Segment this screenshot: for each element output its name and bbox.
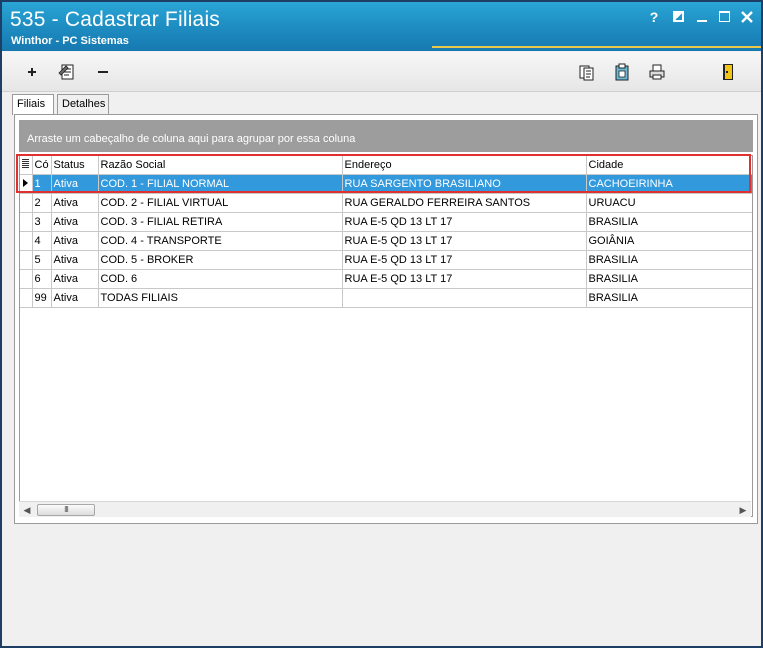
edit-document-icon — [58, 64, 74, 80]
clipboard-button[interactable] — [612, 62, 632, 82]
filiais-table: Có Status Razão Social Endereço Cidade 1… — [20, 156, 752, 308]
close-icon — [741, 11, 753, 23]
restore-layout-button[interactable] — [670, 9, 686, 25]
row-indicator — [20, 174, 33, 194]
tab-detalhes[interactable]: Detalhes — [57, 94, 109, 114]
scroll-left-arrow-icon[interactable]: ◀ — [19, 502, 35, 518]
cell-endereco[interactable]: RUA SARGENTO BRASILIANO — [342, 174, 587, 194]
horizontal-scrollbar[interactable]: ◀ III ▶ — [19, 501, 751, 517]
edit-button[interactable] — [57, 62, 77, 82]
column-chooser-icon — [22, 158, 30, 168]
title-accent-line — [432, 46, 761, 48]
cell-cod[interactable]: 2 — [32, 193, 52, 213]
column-header-cidade[interactable]: Cidade — [586, 156, 752, 175]
table-row[interactable]: 6 Ativa COD. 6 RUA E-5 QD 13 LT 17 BRASI… — [20, 269, 752, 289]
cell-cidade[interactable]: BRASILIA — [586, 269, 752, 289]
remove-icon — [98, 71, 108, 73]
row-indicator — [20, 250, 33, 270]
cell-status[interactable]: Ativa — [51, 269, 99, 289]
toolbar — [2, 52, 761, 92]
column-header-endereco[interactable]: Endereço — [342, 156, 587, 175]
title-bar[interactable]: 535 - Cadastrar Filiais Winthor - PC Sis… — [2, 2, 761, 51]
row-indicator — [20, 193, 33, 213]
tab-filiais[interactable]: Filiais — [12, 94, 54, 115]
cell-cod[interactable]: 6 — [32, 269, 52, 289]
cell-status[interactable]: Ativa — [51, 193, 99, 213]
scroll-thumb[interactable]: III — [37, 504, 95, 516]
cell-endereco[interactable]: RUA E-5 QD 13 LT 17 — [342, 269, 587, 289]
main-window: 535 - Cadastrar Filiais Winthor - PC Sis… — [0, 0, 763, 648]
filiais-grid: Có Status Razão Social Endereço Cidade 1… — [19, 155, 753, 517]
exit-button[interactable] — [718, 62, 738, 82]
cell-endereco[interactable]: RUA E-5 QD 13 LT 17 — [342, 250, 587, 270]
cell-razao-social[interactable]: COD. 5 - BROKER — [98, 250, 343, 270]
copy-icon — [579, 65, 594, 81]
restore-icon — [672, 11, 684, 22]
maximize-icon — [718, 11, 730, 22]
current-row-arrow-icon — [23, 178, 29, 187]
row-indicator — [20, 212, 33, 232]
table-row[interactable]: 4 Ativa COD. 4 - TRANSPORTE RUA E-5 QD 1… — [20, 231, 752, 251]
window-subtitle: Winthor - PC Sistemas — [11, 35, 129, 47]
table-row[interactable]: 5 Ativa COD. 5 - BROKER RUA E-5 QD 13 LT… — [20, 250, 752, 270]
cell-cidade[interactable]: BRASILIA — [586, 288, 752, 308]
table-row[interactable]: 3 Ativa COD. 3 - FILIAL RETIRA RUA E-5 Q… — [20, 212, 752, 232]
cell-cod[interactable]: 1 — [32, 174, 52, 194]
cell-cidade[interactable]: URUACU — [586, 193, 752, 213]
column-header-cod[interactable]: Có — [32, 156, 52, 175]
maximize-button[interactable] — [716, 9, 732, 25]
row-indicator — [20, 231, 33, 251]
cell-razao-social[interactable]: COD. 4 - TRANSPORTE — [98, 231, 343, 251]
filiais-panel: Arraste um cabeçalho de coluna aqui para… — [14, 114, 758, 524]
cell-status[interactable]: Ativa — [51, 250, 99, 270]
window-title: 535 - Cadastrar Filiais — [10, 8, 221, 31]
minimize-button[interactable] — [694, 9, 710, 25]
table-row[interactable]: 1 Ativa COD. 1 - FILIAL NORMAL RUA SARGE… — [20, 174, 752, 194]
help-button[interactable]: ? — [646, 9, 662, 25]
cell-endereco[interactable]: RUA GERALDO FERREIRA SANTOS — [342, 193, 587, 213]
cell-cidade[interactable]: BRASILIA — [586, 250, 752, 270]
cell-status[interactable]: Ativa — [51, 288, 99, 308]
exit-door-icon — [723, 64, 733, 80]
cell-cod[interactable]: 99 — [32, 288, 52, 308]
scroll-right-arrow-icon[interactable]: ▶ — [735, 502, 751, 518]
remove-button[interactable] — [93, 62, 113, 82]
table-row[interactable]: 2 Ativa COD. 2 - FILIAL VIRTUAL RUA GERA… — [20, 193, 752, 213]
cell-cidade[interactable]: CACHOEIRINHA — [586, 174, 752, 194]
close-button[interactable] — [739, 9, 755, 25]
table-row[interactable]: 99 Ativa TODAS FILIAIS BRASILIA — [20, 288, 752, 308]
column-header-razao-social[interactable]: Razão Social — [98, 156, 343, 175]
row-indicator — [20, 269, 33, 289]
clipboard-icon — [615, 63, 629, 81]
column-chooser-button[interactable] — [20, 156, 33, 175]
cell-razao-social[interactable]: COD. 6 — [98, 269, 343, 289]
cell-cod[interactable]: 4 — [32, 231, 52, 251]
cell-endereco[interactable]: RUA E-5 QD 13 LT 17 — [342, 212, 587, 232]
cell-razao-social[interactable]: COD. 1 - FILIAL NORMAL — [98, 174, 343, 194]
cell-status[interactable]: Ativa — [51, 174, 99, 194]
minimize-icon — [697, 20, 707, 22]
print-icon — [649, 64, 665, 80]
add-button[interactable] — [22, 62, 42, 82]
cell-endereco[interactable]: RUA E-5 QD 13 LT 17 — [342, 231, 587, 251]
cell-razao-social[interactable]: TODAS FILIAIS — [98, 288, 343, 308]
group-by-area[interactable]: Arraste um cabeçalho de coluna aqui para… — [19, 120, 753, 152]
cell-cidade[interactable]: GOIÂNIA — [586, 231, 752, 251]
row-indicator — [20, 288, 33, 308]
cell-cod[interactable]: 3 — [32, 212, 52, 232]
cell-cidade[interactable]: BRASILIA — [586, 212, 752, 232]
copy-button[interactable] — [577, 62, 597, 82]
cell-endereco[interactable] — [342, 288, 587, 308]
print-button[interactable] — [647, 62, 667, 82]
column-header-status[interactable]: Status — [51, 156, 99, 175]
cell-status[interactable]: Ativa — [51, 231, 99, 251]
cell-status[interactable]: Ativa — [51, 212, 99, 232]
cell-cod[interactable]: 5 — [32, 250, 52, 270]
cell-razao-social[interactable]: COD. 3 - FILIAL RETIRA — [98, 212, 343, 232]
cell-razao-social[interactable]: COD. 2 - FILIAL VIRTUAL — [98, 193, 343, 213]
add-icon — [28, 68, 36, 76]
header-row: Có Status Razão Social Endereço Cidade — [20, 156, 752, 175]
